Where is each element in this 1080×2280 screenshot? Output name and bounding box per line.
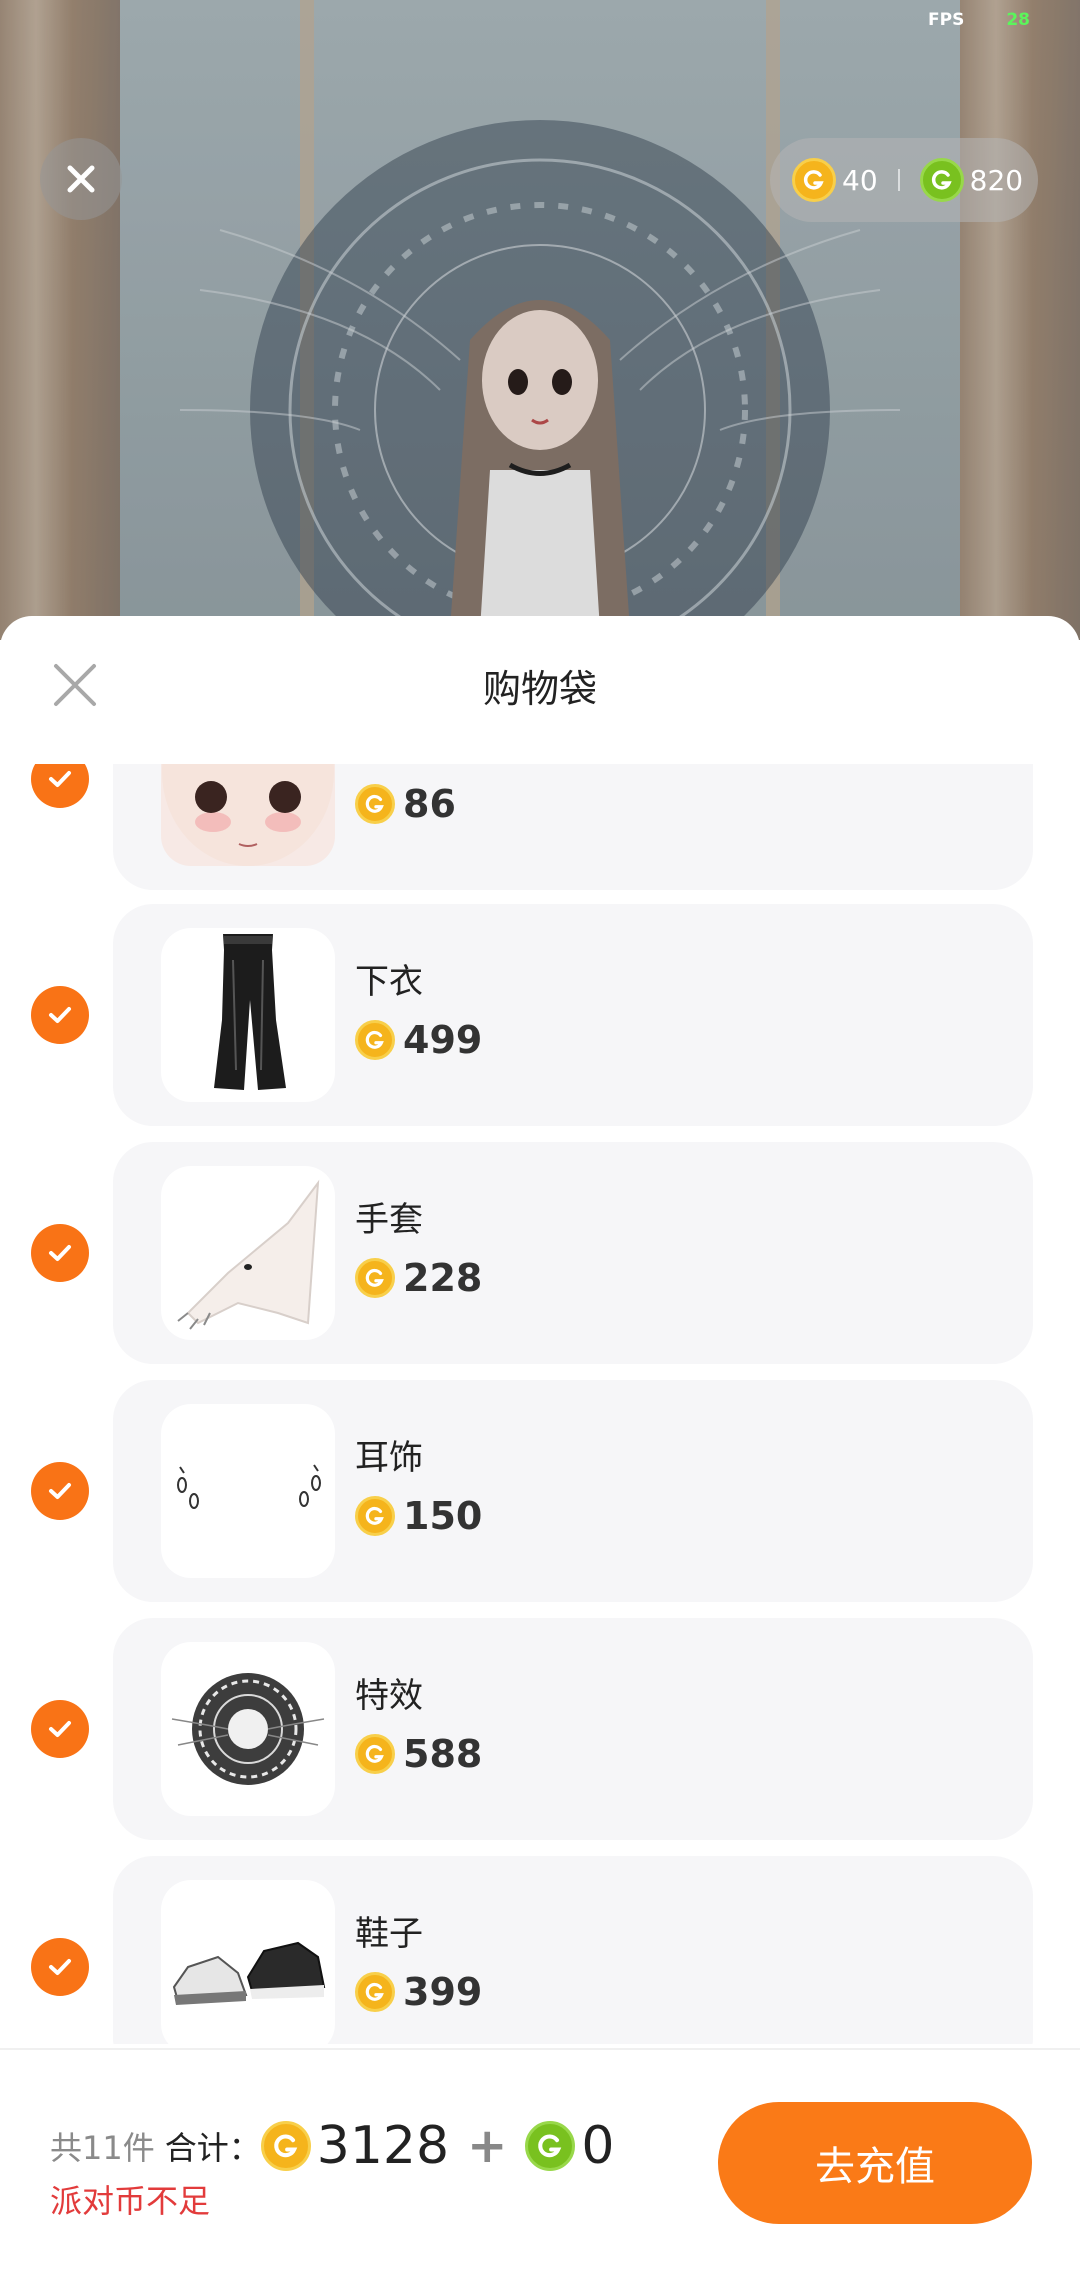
item-checkbox[interactable]: [31, 1938, 89, 1996]
sheet-header: 购物袋: [0, 616, 1080, 764]
cart-item[interactable]: 鞋子 399: [0, 1856, 1080, 2044]
checkmark-icon: [49, 1245, 71, 1261]
checkmark-icon: [49, 1959, 71, 1975]
item-name: 特效: [355, 1676, 423, 1716]
recharge-button[interactable]: 去充值: [718, 2102, 1032, 2224]
plus-sign: +: [467, 2118, 508, 2174]
item-price-value: 228: [403, 1256, 483, 1300]
face-thumbnail: [161, 764, 335, 866]
item-card[interactable]: 鞋子 399: [113, 1856, 1033, 2044]
item-count: 共11件: [50, 2129, 155, 2167]
gold-coin-icon: [355, 1496, 395, 1536]
gold-coin-icon: [355, 1972, 395, 2012]
close-preview-button[interactable]: [40, 138, 122, 220]
magic-circle-thumbnail: [161, 1642, 335, 1816]
item-price: 150: [355, 1494, 482, 1538]
item-price: 399: [355, 1970, 482, 2014]
gold-balance: 40: [842, 163, 878, 197]
character-preview-scene: [0, 0, 1080, 640]
order-summary: 共11件 合计： 3128 + 0: [50, 2116, 614, 2176]
green-coin-icon: [525, 2121, 576, 2171]
item-card[interactable]: 手套 228: [113, 1142, 1033, 1364]
cart-item-list[interactable]: 86 下衣 499 手套 228 耳饰 150 特效 588 鞋子 399: [0, 764, 1080, 2044]
total-label: 合计：: [164, 2129, 261, 2167]
item-checkbox[interactable]: [31, 1224, 89, 1282]
item-price: 499: [355, 1018, 482, 1062]
checkmark-icon: [49, 1483, 71, 1499]
item-price-value: 399: [403, 1970, 483, 2014]
gold-coin-icon: [260, 2121, 311, 2171]
item-name: 耳饰: [355, 1438, 423, 1478]
sheet-title: 购物袋: [482, 667, 597, 711]
close-icon: [67, 165, 95, 193]
divider: [897, 169, 900, 191]
scene-dim-overlay: [0, 0, 1080, 640]
pants-thumbnail: [161, 928, 335, 1102]
item-price: 86: [355, 782, 456, 826]
gold-coin-icon: [355, 1020, 395, 1060]
green-total: 0: [581, 2116, 615, 2176]
sneakers-thumbnail: [161, 1880, 335, 2044]
item-checkbox[interactable]: [31, 1462, 89, 1520]
item-name: 下衣: [355, 962, 423, 1002]
item-checkbox[interactable]: [31, 986, 89, 1044]
earrings-thumbnail: [161, 1404, 335, 1578]
item-price-value: 499: [403, 1018, 483, 1062]
cart-item[interactable]: 特效 588: [0, 1618, 1080, 1840]
cart-item[interactable]: 耳饰 150: [0, 1380, 1080, 1602]
item-card[interactable]: 特效 588: [113, 1618, 1033, 1840]
currency-balance-pill[interactable]: 40 820: [770, 138, 1038, 222]
green-coin-icon: [919, 158, 964, 202]
item-price: 228: [355, 1256, 482, 1300]
checkmark-icon: [49, 1721, 71, 1737]
gold-coin-icon: [355, 1734, 395, 1774]
item-checkbox[interactable]: [31, 764, 89, 808]
item-card[interactable]: 下衣 499: [113, 904, 1033, 1126]
item-price-value: 150: [403, 1494, 483, 1538]
item-name: 手套: [355, 1200, 423, 1240]
insufficient-funds-warning: 派对币不足: [50, 2182, 211, 2220]
item-card[interactable]: 86: [113, 764, 1033, 890]
item-name: 鞋子: [355, 1914, 423, 1954]
fps-counter: FPS 28: [928, 10, 1030, 30]
checkmark-icon: [49, 1007, 71, 1023]
item-checkbox[interactable]: [31, 1700, 89, 1758]
gold-total: 3128: [316, 2116, 450, 2176]
glove-hand-thumbnail: [161, 1166, 335, 1340]
cart-item[interactable]: 下衣 499: [0, 904, 1080, 1126]
fps-value: 28: [1006, 10, 1030, 30]
item-price-value: 588: [403, 1732, 483, 1776]
green-balance: 820: [969, 163, 1024, 197]
gold-coin-icon: [355, 784, 395, 824]
item-card[interactable]: 耳饰 150: [113, 1380, 1033, 1602]
cart-item[interactable]: 手套 228: [0, 1142, 1080, 1364]
item-price: 588: [355, 1732, 482, 1776]
gold-coin-icon: [355, 1258, 395, 1298]
shopping-bag-sheet: 购物袋 86 下衣 499 手套 228 耳饰 150 特效 588 鞋子 39…: [0, 616, 1080, 2280]
fps-label: FPS: [928, 10, 965, 30]
cart-item[interactable]: 86: [0, 764, 1080, 890]
item-price-value: 86: [403, 782, 456, 826]
checkout-footer: 共11件 合计： 3128 + 0 派对币不足 去充值: [0, 2048, 1080, 2280]
gold-coin-icon: [792, 158, 836, 202]
checkmark-icon: [49, 771, 71, 787]
